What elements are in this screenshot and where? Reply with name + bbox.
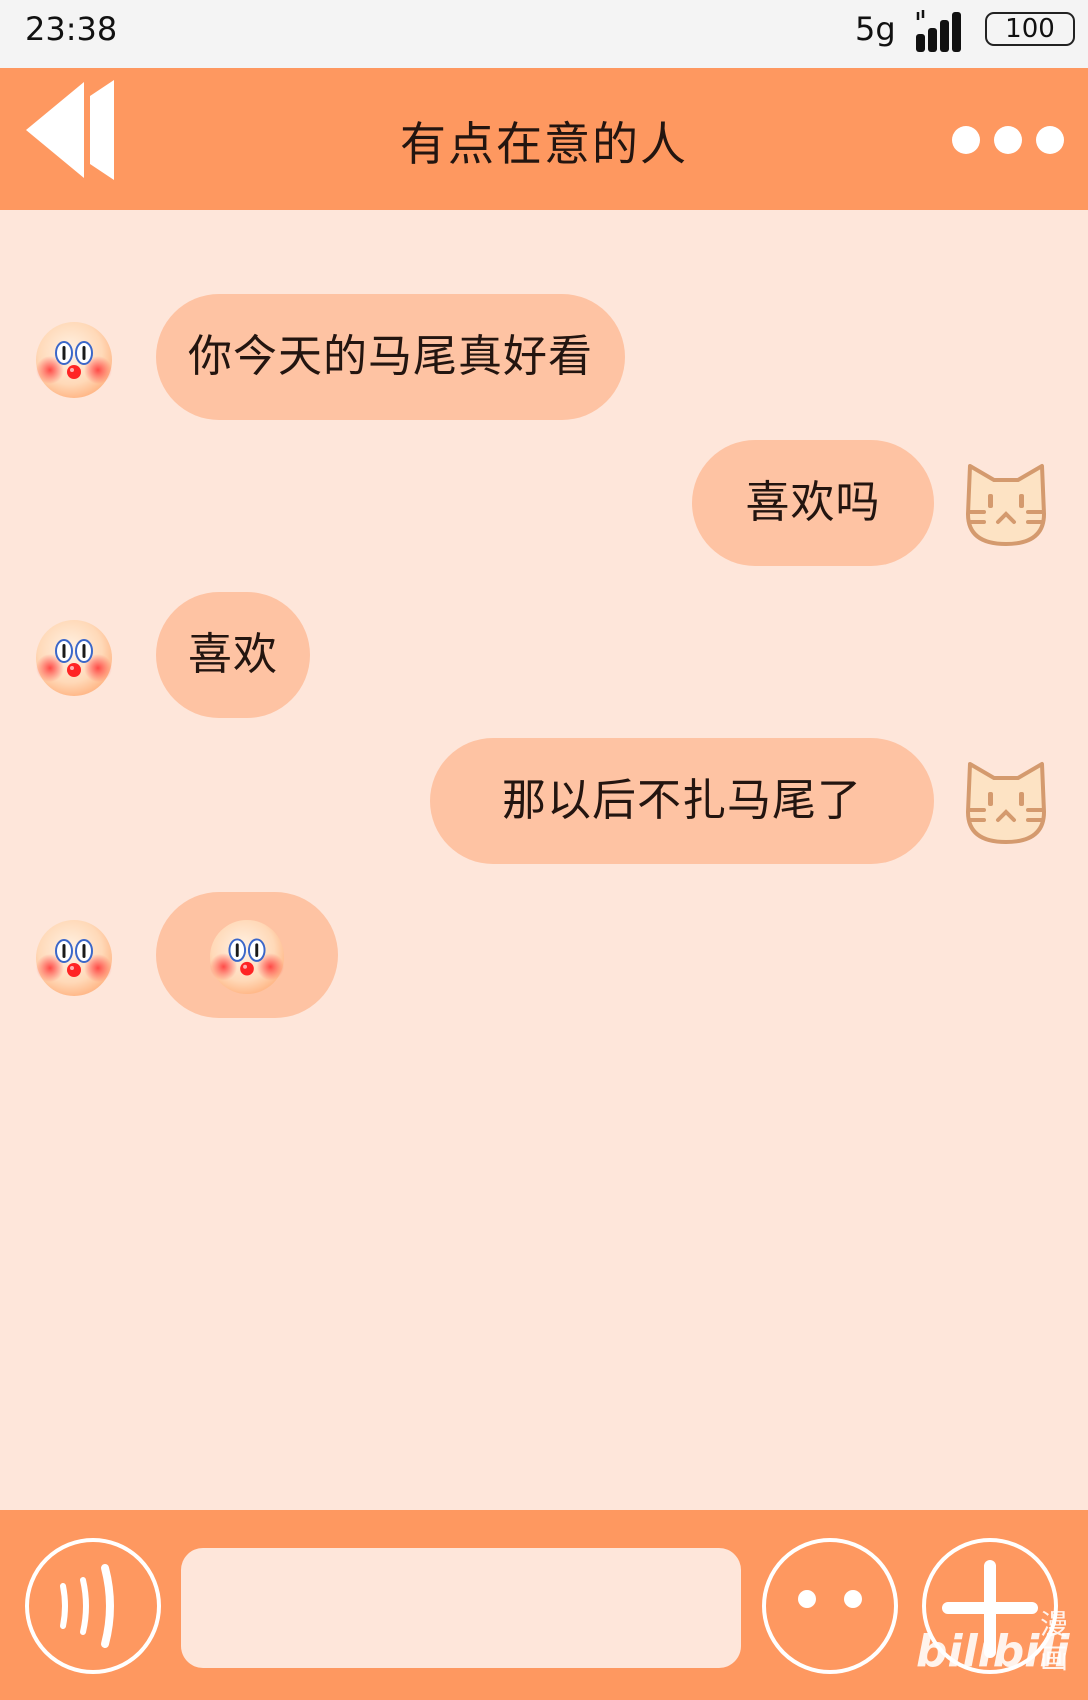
voice-button[interactable] [25, 1538, 161, 1674]
more-dots-icon [952, 126, 980, 154]
clown-face-avatar[interactable] [34, 320, 114, 400]
network-type: 5g [855, 10, 896, 48]
clown-face-emoji [208, 918, 286, 996]
smiley-face-icon [766, 1542, 894, 1670]
emoji-message-bubble[interactable] [156, 892, 338, 1018]
message-bubble[interactable]: 喜欢 [156, 592, 310, 718]
bilibili-watermark: bilibili 漫画 [916, 1608, 1076, 1688]
watermark-label: 漫画 [1040, 1608, 1069, 1675]
message-bubble[interactable]: 喜欢吗 [692, 440, 934, 566]
clown-face-avatar[interactable] [34, 618, 114, 698]
signal-icon [916, 10, 961, 52]
message-row: 喜欢 [0, 592, 1088, 718]
smiley-eye [798, 1590, 816, 1608]
message-row: 你今天的马尾真好看 [0, 294, 1088, 420]
clown-face-avatar[interactable] [34, 918, 114, 998]
message-row: 那以后不扎马尾了 [0, 738, 1088, 864]
message-row: 喜欢吗 [0, 440, 1088, 566]
message-bubble[interactable]: 那以后不扎马尾了 [430, 738, 934, 864]
battery-icon: 100 [985, 12, 1075, 46]
battery-level: 100 [1005, 14, 1055, 44]
cat-face-avatar[interactable] [962, 752, 1050, 848]
message-row [0, 892, 1088, 1018]
more-dot [994, 126, 1022, 154]
more-dot [1036, 126, 1064, 154]
chat-title: 有点在意的人 [400, 117, 688, 171]
status-time: 23:38 [25, 10, 118, 48]
smiley-eye [844, 1590, 862, 1608]
message-input[interactable] [181, 1548, 741, 1668]
chat-header: 有点在意的人 [0, 68, 1088, 210]
cat-face-avatar[interactable] [962, 454, 1050, 550]
status-bar: 23:38 5g 100 [0, 0, 1088, 68]
message-bubble[interactable]: 你今天的马尾真好看 [156, 294, 625, 420]
voice-wave-icon [60, 1564, 114, 1648]
more-options-button[interactable] [950, 118, 1066, 158]
emoji-button[interactable] [762, 1538, 898, 1674]
